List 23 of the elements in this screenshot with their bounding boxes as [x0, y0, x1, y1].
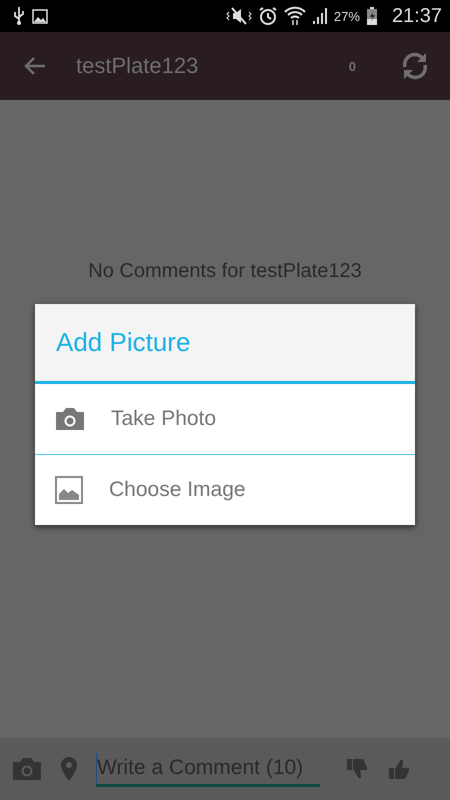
dialog-option[interactable]: Take Photo	[35, 384, 415, 454]
camera-icon	[55, 407, 85, 431]
comment-count: 0	[348, 58, 356, 74]
usb-icon	[12, 6, 26, 26]
empty-message: No Comments for testPlate123	[88, 260, 362, 284]
image-icon	[32, 8, 48, 24]
alarm-icon	[258, 6, 278, 26]
signal-icon	[312, 7, 328, 25]
battery-percentage: 27%	[334, 8, 360, 24]
dialog-title: Add Picture	[35, 304, 415, 384]
thumbs-up-icon[interactable]	[388, 757, 412, 781]
back-arrow-icon[interactable]	[24, 56, 46, 76]
mute-icon	[226, 6, 252, 26]
image-icon	[55, 476, 83, 504]
battery-icon	[366, 6, 378, 26]
camera-icon[interactable]	[12, 757, 42, 781]
clock-time: 21:37	[392, 4, 442, 28]
thumbs-down-icon[interactable]	[346, 757, 370, 781]
location-pin-icon[interactable]	[60, 756, 78, 782]
screen-title: testPlate123	[76, 53, 200, 79]
wifi-icon	[284, 6, 306, 26]
refresh-icon[interactable]	[400, 51, 430, 81]
dialog-option[interactable]: Choose Image	[35, 454, 415, 525]
